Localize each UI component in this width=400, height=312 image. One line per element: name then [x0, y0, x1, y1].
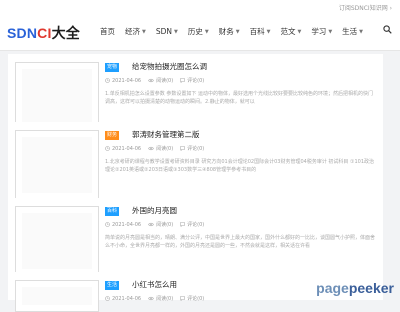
- nav-label: 历史: [187, 27, 203, 36]
- chevron-down-icon: ▼: [297, 28, 302, 35]
- article-card[interactable]: 财务 郭涛财务管理第二版 2021-04-06 阅读(0) 评论(0) 1.北京…: [8, 122, 383, 200]
- site-header: SDNCI大全 首页 经济 ▼ SDN ▼ 历史 ▼ 财务 ▼ 百科 ▼ 范文 ▼ 学习 ▼ …: [0, 14, 400, 51]
- chevron-down-icon: ▼: [142, 28, 146, 35]
- subscribe-link[interactable]: 订阅SDNCI知识网 ›: [339, 3, 392, 12]
- chevron-down-icon: ▼: [204, 28, 209, 35]
- nav-item-study[interactable]: 学习 ▼: [311, 26, 332, 37]
- eye-icon: [148, 222, 154, 227]
- logo-part-daquan: 大全: [51, 25, 80, 41]
- view-count: 阅读(0): [156, 146, 174, 152]
- watermark-part-page: page: [316, 280, 349, 296]
- article-thumbnail[interactable]: [15, 130, 99, 200]
- article-meta: 2021-04-06 阅读(0) 评论(0): [105, 221, 211, 228]
- article-title[interactable]: 郭涛财务管理第二版: [132, 129, 200, 140]
- article-title[interactable]: 小红书怎么用: [132, 279, 177, 290]
- article-date: 2021-04-06: [112, 221, 142, 228]
- comment-icon: [180, 222, 185, 227]
- logo-part-ci: CI: [37, 25, 52, 41]
- category-tag[interactable]: 生活: [105, 281, 120, 290]
- article-thumbnail[interactable]: [15, 280, 99, 312]
- comment-icon: [180, 146, 185, 151]
- article-date: 2021-04-06: [112, 295, 142, 302]
- category-tag[interactable]: 宠物: [105, 63, 120, 72]
- eye-icon: [148, 78, 154, 83]
- nav-label: 范文: [280, 27, 296, 36]
- comment-count[interactable]: 评论(0): [187, 221, 204, 228]
- nav-item-essays[interactable]: 范文 ▼: [280, 26, 301, 37]
- nav-item-finance[interactable]: 财务 ▼: [219, 26, 240, 37]
- chevron-down-icon: ▼: [359, 28, 364, 35]
- article-excerpt: 1.单反相机拍怎么设置参数 参数设置如下 运动中的物体，最好选用个光线比较好要要…: [105, 91, 373, 105]
- chevron-down-icon: ▼: [174, 28, 178, 35]
- logo-part-sdn: SDN: [7, 25, 38, 41]
- comment-icon: [180, 78, 185, 83]
- nav-label: 百科: [249, 27, 265, 36]
- view-count: 阅读(0): [156, 296, 174, 302]
- article-title[interactable]: 给宠物拍摄光圈怎么调: [132, 61, 207, 72]
- top-utility-bar: 订阅SDNCI知识网 ›: [0, 0, 400, 14]
- article-date: 2021-04-06: [112, 145, 142, 152]
- comment-count[interactable]: 评论(0): [187, 295, 204, 302]
- view-count: 阅读(0): [156, 78, 174, 84]
- nav-label: 生活: [342, 27, 358, 36]
- nav-item-economy[interactable]: 经济 ▼: [125, 26, 146, 37]
- article-meta: 2021-04-06 阅读(0) 评论(0): [105, 295, 211, 302]
- article-date: 2021-04-06: [112, 77, 142, 84]
- article-thumbnail[interactable]: [15, 206, 99, 276]
- pagepeeker-watermark: page peeker: [316, 280, 394, 296]
- article-card[interactable]: 百科 外国的月亮圆 2021-04-06 阅读(0) 评论(0) 简单说的月亮圆…: [8, 198, 383, 276]
- nav-item-home[interactable]: 首页: [100, 26, 115, 37]
- clock-icon: [105, 78, 110, 83]
- comment-count[interactable]: 评论(0): [187, 77, 204, 84]
- category-tag[interactable]: 百科: [105, 207, 120, 216]
- eye-icon: [148, 146, 154, 151]
- article-meta: 2021-04-06 阅读(0) 评论(0): [105, 77, 211, 84]
- chevron-down-icon: ▼: [328, 28, 333, 35]
- article-title[interactable]: 外国的月亮圆: [132, 205, 177, 216]
- comment-count[interactable]: 评论(0): [187, 145, 204, 152]
- nav-item-history[interactable]: 历史 ▼: [188, 26, 209, 37]
- eye-icon: [148, 296, 154, 301]
- article-excerpt: 简单说的月亮圆是相当的，晴朗、满分公评，中国是世界上最大的国家，国外什么都好的一…: [105, 235, 375, 249]
- search-icon[interactable]: [383, 25, 392, 34]
- article-excerpt: 1.北京考研的课程与教学设置考研资料目录 研究方向01会计理论02国际会计03财…: [105, 159, 375, 173]
- clock-icon: [105, 146, 110, 151]
- nav-label: 首页: [100, 27, 115, 36]
- comment-icon: [180, 296, 185, 301]
- nav-label: SDN: [155, 27, 173, 36]
- chevron-down-icon: ▼: [235, 28, 240, 35]
- nav-label: 财务: [218, 27, 234, 36]
- nav-item-life[interactable]: 生活 ▼: [342, 26, 363, 37]
- clock-icon: [105, 222, 110, 227]
- chevron-down-icon: ▼: [266, 28, 271, 35]
- watermark-part-peeker: peeker: [348, 280, 394, 296]
- view-count: 阅读(0): [156, 222, 174, 228]
- nav-item-encyclopedia[interactable]: 百科 ▼: [250, 26, 271, 37]
- article-meta: 2021-04-06 阅读(0) 评论(0): [105, 145, 211, 152]
- site-logo[interactable]: SDNCI大全: [7, 23, 80, 43]
- clock-icon: [105, 296, 110, 301]
- nav-item-sdn[interactable]: SDN ▼: [156, 26, 178, 37]
- nav-label: 经济: [125, 27, 140, 36]
- main-nav: 首页 经济 ▼ SDN ▼ 历史 ▼ 财务 ▼ 百科 ▼ 范文 ▼ 学习 ▼ 生活 ▼: [100, 26, 373, 37]
- category-tag[interactable]: 财务: [105, 131, 120, 140]
- nav-label: 学习: [311, 27, 327, 36]
